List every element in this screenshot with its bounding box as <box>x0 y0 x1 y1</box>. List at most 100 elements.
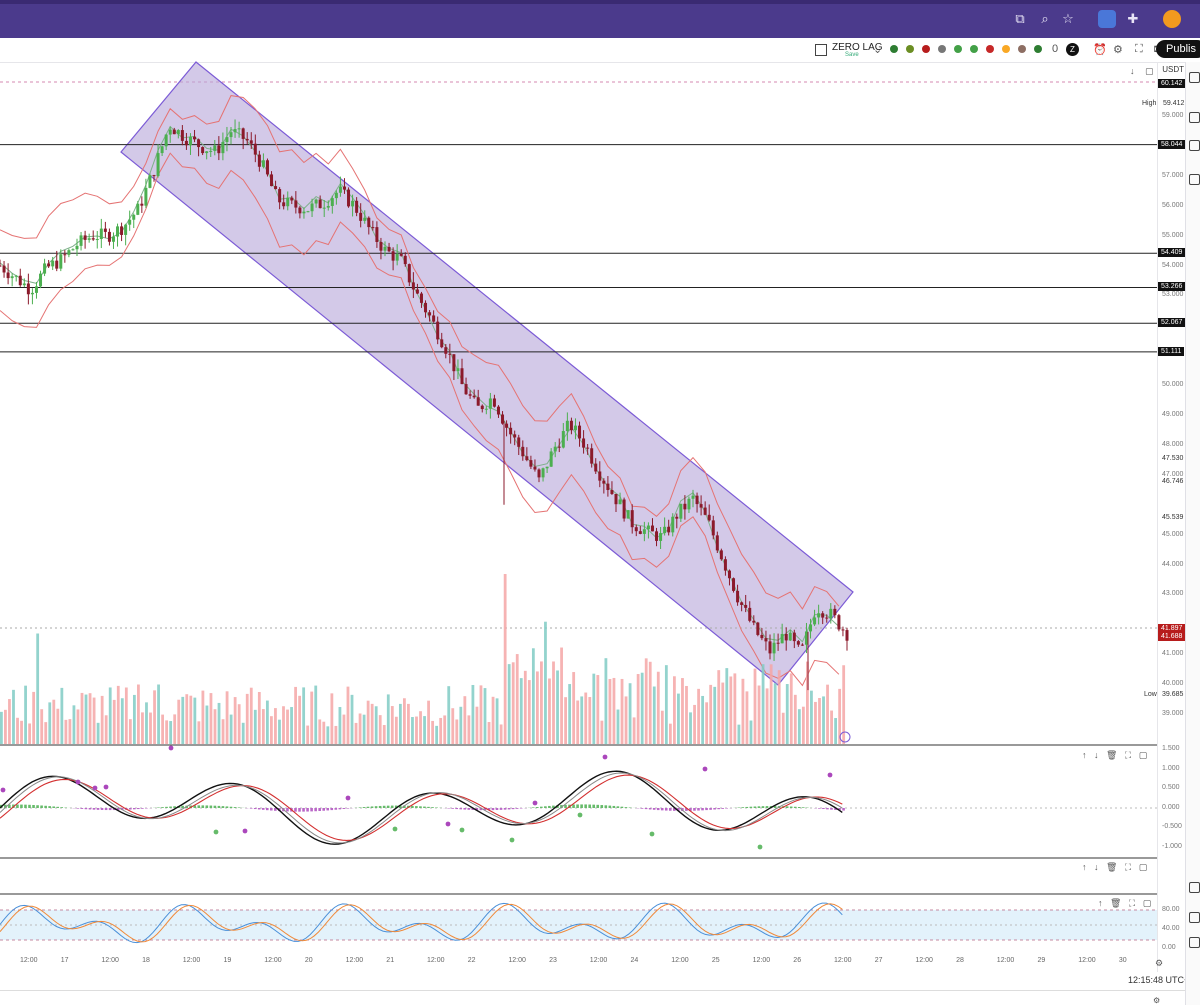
pane2-controls[interactable]: ↑ ↓ 🗑 ⛶ ▢ <box>1082 862 1147 873</box>
volume-bar <box>673 676 676 744</box>
candle-body <box>732 578 736 591</box>
volume-bar <box>822 696 825 744</box>
volume-bar <box>104 715 108 744</box>
volume-bar <box>237 704 241 744</box>
last-price-b: 41.688 <box>1158 632 1186 641</box>
volume-bar <box>326 726 330 744</box>
candle-body <box>217 145 221 154</box>
candle-body <box>569 420 573 431</box>
volume-bar <box>801 706 805 744</box>
publish-button[interactable]: Publis <box>1156 40 1200 58</box>
descending-channel[interactable] <box>120 61 854 686</box>
macd-bar <box>334 808 338 810</box>
candle-body <box>780 633 784 644</box>
candle-body <box>760 634 764 639</box>
candle-body <box>496 406 500 415</box>
bottom-settings-icon[interactable]: ⚙ <box>1153 996 1160 1005</box>
volume-bar <box>705 702 709 744</box>
volume-bar <box>298 695 302 744</box>
pane-up-icon[interactable]: ↑ ↓ 🗑 ⛶ ▢ <box>1082 750 1147 761</box>
price-tick: 41.000 <box>1162 650 1184 658</box>
volume-bar <box>644 658 648 744</box>
candle-body <box>444 347 448 354</box>
volume-bar <box>689 712 692 744</box>
time-tick: 29 <box>1037 957 1046 964</box>
macd-tick: 0.500 <box>1162 784 1180 791</box>
candle-body <box>553 446 557 452</box>
candle-body <box>756 622 760 635</box>
candle-body <box>573 425 577 431</box>
currency-selector[interactable]: USDT <box>1162 65 1184 74</box>
candle-body <box>727 570 731 579</box>
macd-bar <box>88 808 92 810</box>
volume-bar <box>185 694 189 744</box>
profile-avatar[interactable] <box>1163 10 1181 28</box>
grid-icon[interactable] <box>1189 937 1200 948</box>
candle-body <box>642 529 646 534</box>
volume-bar <box>96 722 100 744</box>
macd-bar <box>48 806 51 808</box>
price-tick: 48.000 <box>1162 440 1184 448</box>
high-label: High <box>1142 100 1157 107</box>
volume-bar <box>165 720 169 744</box>
level-label: 58.044 <box>1158 139 1186 149</box>
price-chart[interactable] <box>0 0 1157 952</box>
notes-icon[interactable] <box>1189 174 1200 185</box>
macd-tick: -0.500 <box>1162 823 1182 830</box>
candle-body <box>10 276 14 279</box>
macd-bar <box>104 808 108 811</box>
volume-bar <box>681 678 684 744</box>
candle-body <box>383 246 387 251</box>
candle-body <box>184 140 188 146</box>
volume-bar <box>394 716 398 744</box>
candle-body <box>128 219 132 225</box>
macd-dot <box>827 772 833 778</box>
candle-body <box>432 315 436 322</box>
candle-body <box>614 493 618 505</box>
candle-body <box>622 499 626 519</box>
volume-bar <box>451 708 455 744</box>
volume-bar <box>749 720 753 744</box>
macd-bar <box>213 805 217 808</box>
candle-body <box>695 495 699 505</box>
volume-bar <box>358 713 362 744</box>
level-label: 53.266 <box>1158 282 1186 292</box>
volume-bar <box>523 670 527 744</box>
volume-bar <box>733 673 737 744</box>
time-tick: 12:00 <box>508 957 526 964</box>
candle-body <box>715 535 719 551</box>
candle-body <box>103 228 107 232</box>
macd-bar <box>701 808 704 811</box>
candle-body <box>136 203 140 215</box>
alarm-icon[interactable] <box>1189 112 1200 123</box>
layout-icon[interactable] <box>1189 72 1200 83</box>
pane3-controls[interactable]: ↑ 🗑 ⛶ ▢ <box>1098 898 1151 909</box>
volume-bar <box>80 692 84 744</box>
axis-settings-icon[interactable]: ⚙ <box>1155 958 1163 969</box>
candle-body <box>107 231 111 242</box>
candle-body <box>274 186 278 190</box>
macd-dot <box>345 795 351 801</box>
screen-icon[interactable] <box>1189 882 1200 893</box>
volume-bar <box>455 719 459 744</box>
calendar-icon[interactable] <box>1189 140 1200 151</box>
help-icon[interactable] <box>1189 912 1200 923</box>
macd-bar <box>745 806 749 808</box>
macd-bar <box>302 808 305 812</box>
candle-body <box>646 525 650 530</box>
price-tick: 57.000 <box>1162 171 1184 179</box>
price-tick: 53.000 <box>1162 291 1184 299</box>
window-icon[interactable]: ▢ <box>1145 66 1154 77</box>
macd-dot <box>213 829 219 835</box>
candle-body <box>618 499 622 505</box>
arrow-down-icon[interactable]: ↓ <box>1130 66 1135 76</box>
volume-bar <box>390 706 394 744</box>
candle-body <box>30 292 34 295</box>
candle-body <box>513 434 517 438</box>
macd-dot <box>242 828 248 834</box>
macd-bar <box>270 808 273 811</box>
macd-dot <box>757 844 763 850</box>
volume-bar <box>797 709 801 744</box>
volume-bar <box>153 690 156 744</box>
macd-bar <box>249 808 253 809</box>
